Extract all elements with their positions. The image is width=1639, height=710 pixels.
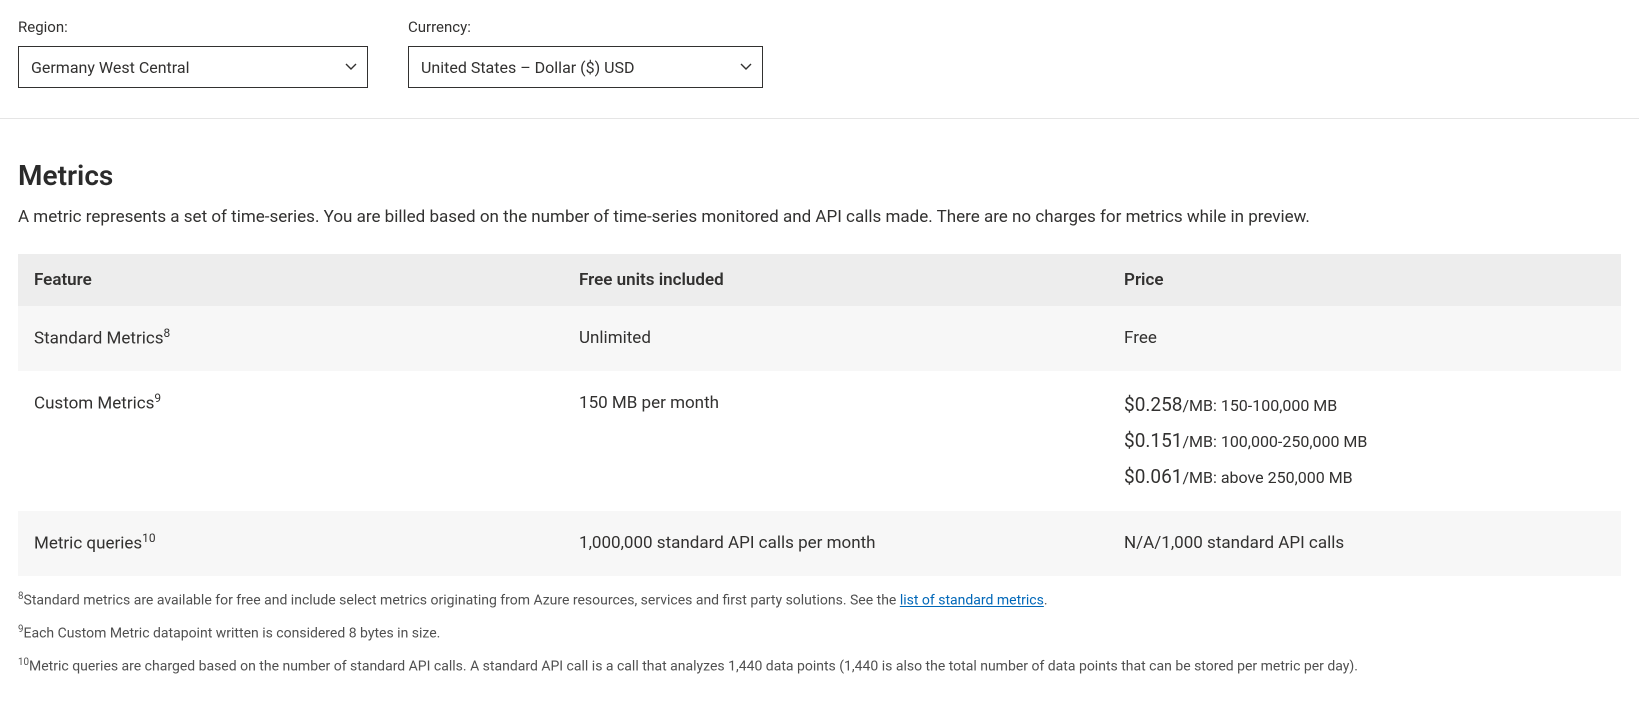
feature-name: Metric queries [34,534,142,554]
cell-free-units: 150 MB per month [563,371,1108,511]
cell-price: N/A/1,000 standard API calls [1108,511,1621,576]
table-header-row: Feature Free units included Price [18,254,1621,306]
content-area: Metrics A metric represents a set of tim… [0,119,1639,710]
feature-name: Standard Metrics [34,328,164,348]
header-free-units: Free units included [563,254,1108,306]
cell-free-units: Unlimited [563,306,1108,371]
footnote-ref: 10 [142,531,155,545]
footnote-9: 9Each Custom Metric datapoint written is… [18,623,1621,644]
price-tier: $0.061/MB: above 250,000 MB [1124,459,1605,495]
standard-metrics-link[interactable]: list of standard metrics [900,593,1044,609]
footnote-10: 10Metric queries are charged based on th… [18,656,1621,677]
price-unit: /MB: 100,000-250,000 MB [1182,432,1367,451]
table-row: Standard Metrics8 Unlimited Free [18,306,1621,371]
region-select-value: Germany West Central [31,58,189,77]
feature-name: Custom Metrics [34,393,154,413]
footnote-8: 8Standard metrics are available for free… [18,590,1621,611]
footnote-ref: 9 [154,391,161,405]
chevron-down-icon [345,58,357,77]
currency-control: Currency: United States – Dollar ($) USD [408,18,763,88]
header-price: Price [1108,254,1621,306]
currency-select[interactable]: United States – Dollar ($) USD [408,46,763,88]
region-label: Region: [18,18,368,36]
section-title: Metrics [18,159,1621,192]
footnote-text: Metric queries are charged based on the … [29,659,1358,675]
footnote-marker: 10 [18,657,29,668]
price-unit: /MB: 150-100,000 MB [1182,396,1337,415]
chevron-down-icon [740,58,752,77]
price-amount: $0.258 [1124,393,1182,416]
cell-price: $0.258/MB: 150-100,000 MB $0.151/MB: 100… [1108,371,1621,511]
price-unit: /MB: above 250,000 MB [1182,468,1352,487]
price-tier: $0.151/MB: 100,000-250,000 MB [1124,423,1605,459]
cell-feature: Custom Metrics9 [18,371,563,511]
header-feature: Feature [18,254,563,306]
footnotes: 8Standard metrics are available for free… [18,590,1621,678]
currency-label: Currency: [408,18,763,36]
footnote-text: Standard metrics are available for free … [24,593,900,609]
pricing-table: Feature Free units included Price Standa… [18,254,1621,576]
price-tier: $0.258/MB: 150-100,000 MB [1124,387,1605,423]
price-amount: $0.151 [1124,429,1182,452]
table-row: Metric queries10 1,000,000 standard API … [18,511,1621,576]
footnote-text: . [1044,593,1048,609]
footnote-text: Each Custom Metric datapoint written is … [24,626,441,642]
table-row: Custom Metrics9 150 MB per month $0.258/… [18,371,1621,511]
cell-feature: Metric queries10 [18,511,563,576]
footnote-ref: 8 [164,326,171,340]
cell-free-units: 1,000,000 standard API calls per month [563,511,1108,576]
cell-price: Free [1108,306,1621,371]
region-select[interactable]: Germany West Central [18,46,368,88]
cell-feature: Standard Metrics8 [18,306,563,371]
price-amount: $0.061 [1124,465,1182,488]
currency-select-value: United States – Dollar ($) USD [421,58,635,77]
section-description: A metric represents a set of time-series… [18,206,1621,230]
filter-bar: Region: Germany West Central Currency: U… [0,0,1639,119]
region-control: Region: Germany West Central [18,18,368,88]
